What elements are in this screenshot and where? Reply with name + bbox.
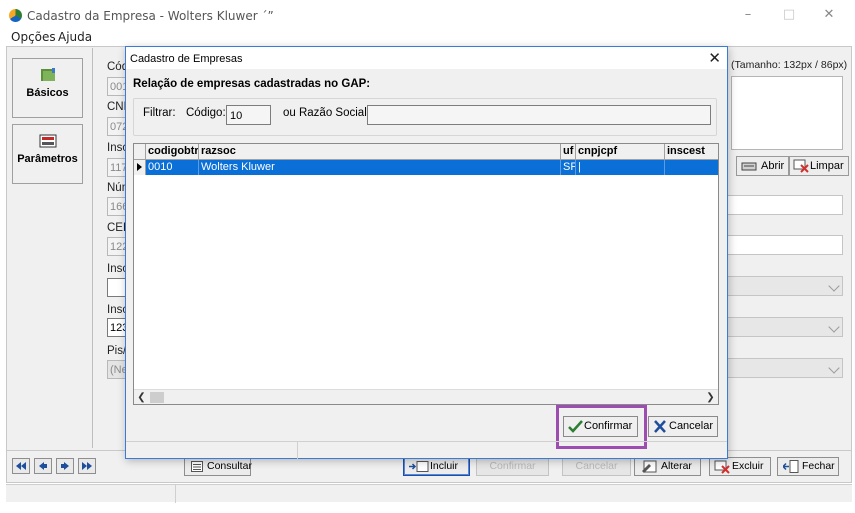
book-icon	[40, 68, 55, 81]
menu-opcoes[interactable]: Opções	[11, 30, 56, 44]
abrir-button[interactable]: Abrir	[736, 156, 790, 176]
maximize-button[interactable]: □	[779, 6, 799, 24]
field-label-pis: Pis/	[107, 345, 127, 357]
razao-social-filter-input[interactable]	[367, 105, 711, 125]
sidebar-item-label: Parâmetros	[17, 153, 78, 165]
column-header-codigobtr[interactable]: codigobtr	[146, 144, 199, 159]
cancelar-label: Cancelar	[669, 420, 714, 432]
nav-prev-button[interactable]	[34, 458, 52, 474]
cancelar-button[interactable]: Cancelar	[648, 416, 718, 437]
dialog-title: Cadastro de Empresas	[130, 53, 243, 65]
scroll-thumb[interactable]	[150, 392, 164, 403]
grid-corner	[134, 144, 146, 159]
last-record-icon	[82, 462, 92, 470]
excluir-label: Excluir	[732, 460, 764, 472]
limpar-button[interactable]: Limpar	[789, 156, 849, 176]
incluir-label: Incluir	[430, 460, 459, 472]
prev-record-icon	[39, 462, 47, 470]
cancelar-toolbar-button[interactable]: Cancelar	[562, 457, 631, 476]
codigo-filter-label: Código:	[186, 107, 226, 119]
edit-record-icon	[642, 460, 657, 473]
dialog-heading: Relação de empresas cadastradas no GAP:	[133, 78, 371, 90]
insert-record-icon	[409, 461, 429, 472]
delete-record-icon	[714, 460, 730, 474]
sidebar-item-label: Básicos	[26, 87, 69, 99]
cell-uf[interactable]: SP	[561, 160, 576, 175]
codigo-filter-input[interactable]: 10	[226, 105, 271, 125]
nav-last-button[interactable]	[78, 458, 96, 474]
logo-size-label: (Tamanho: 132px / 86px)	[731, 59, 848, 71]
next-record-icon	[61, 462, 69, 470]
confirmar-toolbar-button[interactable]: Confirmar	[476, 457, 549, 476]
consultar-label: Consultar	[207, 460, 252, 472]
chevron-down-icon	[828, 280, 840, 292]
confirmar-label: Confirmar	[584, 420, 633, 432]
cell-razsoc[interactable]: Wolters Kluwer	[199, 160, 561, 175]
fechar-button[interactable]: Fechar	[777, 457, 839, 476]
sidebar-divider	[92, 48, 93, 448]
alterar-button[interactable]: Alterar	[634, 457, 701, 476]
razao-social-filter-label: ou Razão Social:	[283, 107, 370, 119]
nav-first-button[interactable]	[12, 458, 30, 474]
window-title: Cadastro da Empresa - Wolters Kluwer ´”	[27, 9, 274, 23]
app-logo-icon	[9, 9, 22, 22]
scanner-icon	[741, 162, 757, 171]
settings-sheet-icon	[39, 134, 56, 148]
empresas-grid[interactable]: codigobtr razsoc uf cnpjcpf inscest 0010…	[133, 143, 719, 405]
right-select-2[interactable]	[724, 317, 843, 337]
right-field-1[interactable]	[724, 195, 843, 215]
cell-inscest[interactable]	[665, 160, 718, 175]
right-select-3[interactable]	[724, 358, 843, 378]
excluir-button[interactable]: Excluir	[709, 457, 771, 476]
checkmark-icon	[568, 420, 583, 433]
cancel-x-icon	[654, 420, 666, 433]
status-cell-1	[6, 485, 176, 503]
status-bar	[6, 484, 852, 503]
alterar-label: Alterar	[661, 460, 692, 472]
exit-door-icon	[783, 460, 799, 473]
column-header-inscest[interactable]: inscest	[665, 144, 718, 159]
dialog-close-button[interactable]: ✕	[708, 49, 721, 67]
clear-image-icon	[793, 159, 809, 173]
column-header-uf[interactable]: uf	[561, 144, 576, 159]
minimize-button[interactable]: –	[738, 6, 758, 24]
limpar-label: Limpar	[810, 160, 844, 172]
chevron-down-icon	[828, 321, 840, 333]
dialog-title-bar: Cadastro de Empresas ✕	[126, 47, 727, 69]
fechar-label: Fechar	[802, 460, 835, 472]
dialog-status-bar	[126, 441, 727, 459]
table-row[interactable]: 0010 Wolters Kluwer SP |	[134, 160, 718, 175]
right-select-1[interactable]	[724, 276, 843, 296]
nav-next-button[interactable]	[56, 458, 74, 474]
cell-cnpjcpf[interactable]: |	[576, 160, 665, 175]
consultar-button[interactable]: Consultar	[184, 457, 252, 476]
column-header-cnpjcpf[interactable]: cnpjcpf	[576, 144, 665, 159]
close-window-button[interactable]: ✕	[819, 6, 839, 24]
cell-codigobtr[interactable]: 0010	[146, 160, 199, 175]
scroll-right-icon[interactable]: ❯	[703, 390, 718, 405]
menu-ajuda[interactable]: Ajuda	[58, 30, 92, 44]
first-record-icon	[16, 462, 26, 470]
confirmar-button[interactable]: Confirmar	[563, 416, 638, 437]
scroll-left-icon[interactable]: ❮	[134, 390, 149, 405]
filter-label: Filtrar:	[143, 107, 176, 119]
chevron-down-icon	[828, 362, 840, 374]
main-title-bar: Cadastro da Empresa - Wolters Kluwer ´” …	[0, 0, 855, 30]
logo-image-box[interactable]	[731, 76, 843, 150]
menu-bar: Opções Ajuda	[0, 30, 855, 46]
column-header-razsoc[interactable]: razsoc	[199, 144, 561, 159]
row-indicator-icon	[134, 160, 146, 175]
horizontal-scrollbar[interactable]: ❮ ❯	[134, 389, 718, 404]
dialog-status-cell-1	[126, 442, 298, 459]
right-field-2[interactable]	[724, 235, 843, 255]
sidebar-item-basicos[interactable]: Básicos	[12, 58, 83, 118]
sidebar-item-parametros[interactable]: Parâmetros	[12, 124, 83, 184]
incluir-button[interactable]: Incluir	[403, 457, 470, 476]
list-icon	[191, 461, 203, 472]
grid-header: codigobtr razsoc uf cnpjcpf inscest	[134, 144, 718, 160]
abrir-label: Abrir	[761, 160, 785, 172]
cadastro-empresas-dialog: Cadastro de Empresas ✕ Relação de empres…	[125, 46, 728, 459]
